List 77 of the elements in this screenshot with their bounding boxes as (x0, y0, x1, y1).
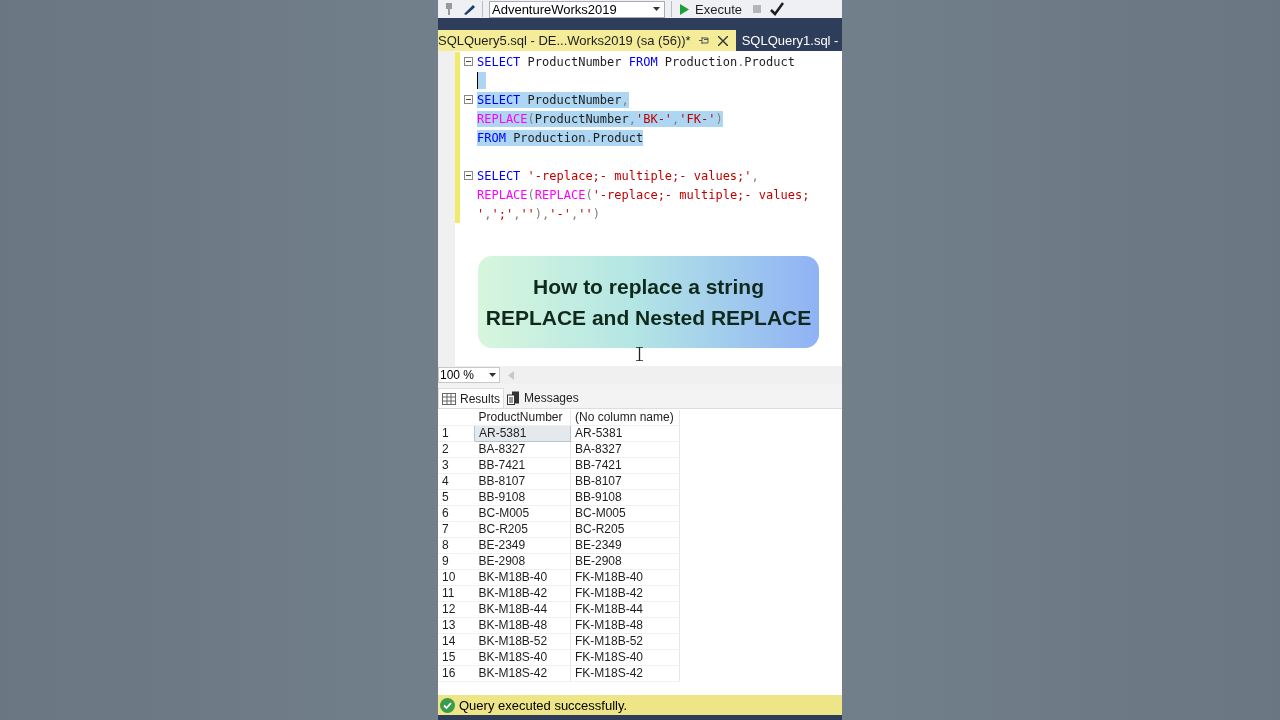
table-cell: BK-M18S-42 (474, 665, 571, 682)
table-cell: FK-M18B-42 (570, 585, 680, 602)
zoom-level: 100 % (440, 368, 475, 382)
row-number: 12 (438, 601, 475, 618)
table-cell: BC-R205 (570, 521, 680, 538)
table-cell: FK-M18S-40 (570, 649, 680, 666)
dropdown-arrow-icon[interactable] (489, 373, 496, 377)
checkmark-icon[interactable] (770, 2, 784, 16)
row-number: 15 (438, 649, 475, 666)
row-number: 2 (438, 441, 475, 458)
table-cell: FK-M18B-44 (570, 601, 680, 618)
document-tab[interactable]: SQLQuery1.sql - (735, 30, 842, 51)
database-dropdown[interactable]: AdventureWorks2019 (489, 0, 665, 18)
table-cell: BC-R205 (474, 521, 571, 538)
table-cell: BE-2908 (570, 553, 680, 570)
document-tab[interactable]: SQLQuery5.sql - DE...Works2019 (sa (56))* (438, 30, 736, 51)
table-cell: BK-M18B-52 (474, 633, 571, 650)
row-number: 3 (438, 457, 475, 474)
table-cell: BE-2908 (474, 553, 571, 570)
table-cell: BB-8107 (474, 473, 571, 490)
zoom-dropdown[interactable]: 100 % (438, 367, 500, 383)
dropdown-arrow-icon[interactable] (653, 7, 660, 11)
banner-text: REPLACE and Nested REPLACE (485, 305, 812, 331)
table-cell: FK-M18B-40 (570, 569, 680, 586)
results-tab[interactable]: Results (438, 388, 504, 408)
code-line: SELECT ProductNumber FROM Production.Product (477, 53, 795, 70)
code-line: ',';',''),'-','') (477, 205, 600, 222)
execute-button[interactable]: Execute (678, 1, 744, 17)
table-cell: BB-9108 (474, 489, 571, 506)
banner-text: How to replace a string (532, 274, 765, 300)
column-header[interactable]: (No column name) (570, 410, 680, 426)
row-number: 16 (438, 665, 475, 682)
row-number: 14 (438, 633, 475, 650)
status-message: Query executed successfully. (459, 697, 628, 713)
row-number: 11 (438, 585, 475, 602)
table-cell: BC-M005 (570, 505, 680, 522)
messages-icon (507, 391, 520, 405)
row-number: 9 (438, 553, 475, 570)
row-number: 8 (438, 537, 475, 554)
code-line: REPLACE(REPLACE('-replace;- multiple;- values; (477, 186, 810, 203)
table-cell: BK-M18S-40 (474, 649, 571, 666)
database-name: AdventureWorks2019 (492, 1, 617, 17)
table-cell: BA-8327 (570, 441, 680, 458)
row-number: 7 (438, 521, 475, 538)
row-number: 10 (438, 569, 475, 586)
row-number: 6 (438, 505, 475, 522)
table-cell: BB-7421 (474, 457, 571, 474)
table-cell: BK-M18B-42 (474, 585, 571, 602)
table-cell: BB-9108 (570, 489, 680, 506)
table-cell: FK-M18S-42 (570, 665, 680, 682)
table-cell: BB-7421 (570, 457, 680, 474)
results-tab[interactable]: Messages (504, 388, 582, 408)
table-cell: BC-M005 (474, 505, 571, 522)
text-cursor-icon (635, 347, 644, 361)
collapse-icon[interactable] (464, 171, 473, 180)
table-cell: BB-8107 (570, 473, 680, 490)
table-cell: BK-M18B-48 (474, 617, 571, 634)
table-cell: BA-8327 (474, 441, 571, 458)
table-cell: FK-M18B-52 (570, 633, 680, 650)
table-cell: FK-M18B-48 (570, 617, 680, 634)
row-number: 13 (438, 617, 475, 634)
success-icon (440, 697, 455, 713)
table-cell: BE-2349 (570, 537, 680, 554)
table-cell: BK-M18B-44 (474, 601, 571, 618)
table-cell: BE-2349 (474, 537, 571, 554)
row-number: 5 (438, 489, 475, 506)
column-header[interactable]: ProductNumber (474, 410, 571, 426)
pin-icon[interactable] (698, 36, 710, 45)
code-line: SELECT '-replace;- multiple;- values;', (477, 167, 759, 184)
collapse-icon[interactable] (464, 57, 473, 66)
row-number: 4 (438, 473, 475, 490)
table-cell: AR-5381 (570, 425, 680, 442)
grid-icon (442, 392, 456, 405)
play-icon (680, 3, 689, 15)
close-icon[interactable] (717, 35, 728, 46)
table-cell: BK-M18B-40 (474, 569, 571, 586)
collapse-icon[interactable] (464, 95, 473, 104)
